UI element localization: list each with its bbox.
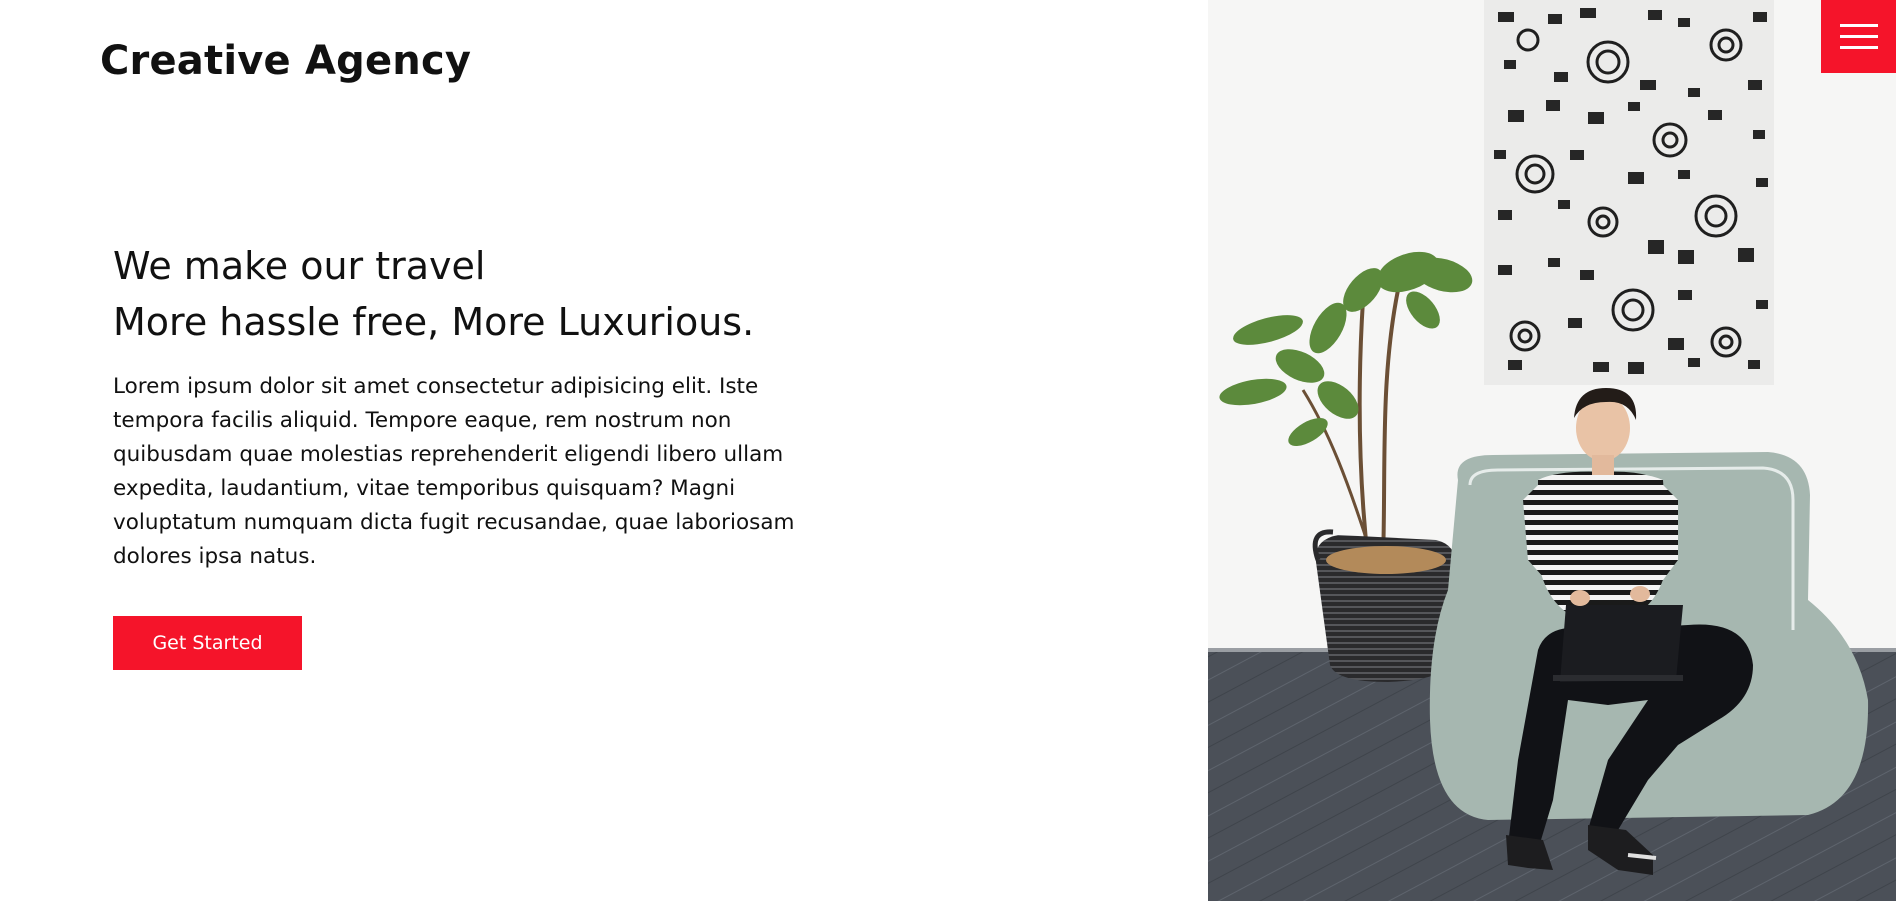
- hero-section: We make our travel More hassle free, Mor…: [113, 238, 833, 574]
- hamburger-menu-icon-bottom-bar: [1840, 46, 1878, 49]
- hero-description: Lorem ipsum dolor sit amet consectetur a…: [113, 374, 795, 569]
- wall-art: [1484, 0, 1774, 385]
- hero-headline: We make our travel More hassle free, Mor…: [113, 238, 833, 350]
- hero-photo: [1208, 0, 1896, 901]
- hamburger-menu-button[interactable]: [1821, 0, 1896, 73]
- landing-page: Creative Agency We make our travel More …: [0, 0, 1896, 901]
- hero-headline-line1: We make our travel: [113, 244, 486, 288]
- get-started-button[interactable]: Get Started: [113, 616, 302, 670]
- hamburger-menu-icon: [1840, 24, 1878, 27]
- brand-logo[interactable]: Creative Agency: [100, 38, 471, 84]
- hamburger-menu-icon-middle-bar: [1840, 35, 1878, 38]
- hero-headline-line2: More hassle free, More Luxurious.: [113, 300, 755, 344]
- hero-photo-illustration: [1208, 0, 1896, 901]
